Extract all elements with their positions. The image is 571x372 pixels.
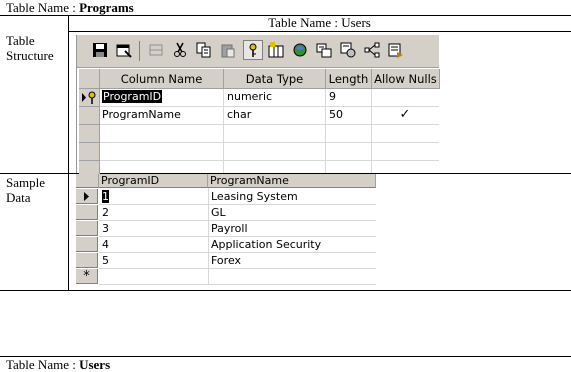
paste-icon[interactable]	[219, 41, 237, 59]
insert-column-icon[interactable]	[267, 41, 285, 59]
program-id-cell[interactable]: 4	[102, 237, 109, 253]
column-name-cell[interactable]: ProgramID	[102, 88, 163, 106]
data-type-cell[interactable]: char	[227, 106, 251, 124]
diagram-icon[interactable]	[363, 41, 381, 59]
data-type-header[interactable]: Data Type	[224, 69, 326, 89]
program-name-cell[interactable]: Payroll	[211, 221, 248, 237]
table-designer: Column Name Data Type Length Allow Nulls…	[76, 35, 440, 179]
allow-nulls-header[interactable]: Allow Nulls	[372, 69, 440, 89]
row-selector-current[interactable]	[76, 189, 98, 204]
users-header-bottom-border	[68, 31, 571, 32]
corner-header	[76, 174, 99, 188]
allow-nulls-checkmark[interactable]: ✓	[373, 106, 437, 124]
data-type-cell[interactable]: numeric	[227, 88, 272, 106]
grid-line	[208, 188, 209, 285]
page-heading: Table Name : Programs	[6, 0, 134, 15]
program-name-cell[interactable]: GL	[211, 205, 226, 221]
grid-line	[100, 142, 439, 143]
program-name-header[interactable]: ProgramName	[208, 174, 376, 188]
row-selector[interactable]	[76, 253, 98, 268]
program-id-cell[interactable]: 3	[102, 221, 109, 237]
selected-cell-text: 1	[102, 190, 109, 203]
row-selector[interactable]	[76, 237, 98, 252]
grid-line	[371, 89, 372, 173]
row-selector[interactable]	[79, 107, 100, 125]
column-name-header[interactable]: Column Name	[100, 69, 224, 89]
primary-key-icon[interactable]	[243, 40, 263, 60]
header-label: Data Type	[245, 71, 304, 86]
table-structure-label: Table Structure	[6, 33, 54, 63]
length-cell[interactable]: 9	[329, 88, 336, 106]
properties-icon[interactable]	[115, 41, 133, 59]
designer-toolbar	[77, 35, 439, 68]
program-id-header[interactable]: ProgramID	[99, 174, 208, 188]
program-id-cell[interactable]: 1	[102, 189, 109, 205]
program-name-cell[interactable]: Forex	[211, 253, 241, 269]
grid-line	[325, 89, 326, 173]
header-label: Column Name	[120, 71, 203, 86]
row-selector[interactable]	[79, 125, 100, 143]
next-table-heading: Table Name : Users	[6, 357, 110, 372]
toolbar-separator	[139, 41, 140, 61]
length-header[interactable]: Length	[326, 69, 372, 89]
program-id-cell[interactable]: 5	[102, 253, 109, 269]
users-header: Table Name : Users	[68, 15, 571, 30]
length-cell[interactable]: 50	[329, 106, 343, 124]
table-bottom-border	[0, 290, 571, 291]
heading-table-name: Programs	[79, 0, 134, 15]
grid-line	[100, 124, 439, 125]
grid-line	[223, 89, 224, 173]
users-header-text: Table Name : Users	[268, 15, 371, 30]
heading-prefix: Table Name :	[6, 0, 80, 15]
corner-header	[79, 69, 100, 89]
grid-line	[99, 284, 376, 285]
allow-nulls-cell[interactable]	[373, 88, 437, 106]
row-selector[interactable]	[79, 143, 100, 161]
generate-script-icon[interactable]	[387, 41, 405, 59]
program-name-cell[interactable]: Leasing System	[211, 189, 298, 205]
label-line: Sample	[6, 175, 45, 190]
constraints-icon[interactable]	[339, 41, 357, 59]
row-selector[interactable]	[76, 205, 98, 220]
label-line: Data	[6, 190, 31, 205]
cut-icon[interactable]	[171, 41, 189, 59]
sample-data-label: Sample Data	[6, 175, 45, 205]
header-label: Allow Nulls	[374, 71, 437, 86]
program-name-cell[interactable]: Application Security	[211, 237, 321, 253]
indexes-icon[interactable]	[315, 41, 333, 59]
program-id-cell[interactable]: 2	[102, 205, 109, 221]
relationships-icon[interactable]	[291, 41, 309, 59]
selected-cell-text: ProgramID	[102, 90, 163, 103]
row-selector[interactable]	[76, 221, 98, 236]
heading-table-name: Users	[79, 357, 111, 372]
header-label: Length	[328, 71, 369, 86]
label-line: Table	[6, 33, 35, 48]
column-name-cell[interactable]: ProgramName	[102, 106, 181, 124]
column-divider	[68, 15, 69, 291]
sample-data-grid: ProgramID ProgramName * 1 Leasing System…	[76, 174, 376, 285]
grid-line	[100, 160, 439, 161]
save-icon[interactable]	[91, 41, 109, 59]
copy-icon[interactable]	[195, 41, 213, 59]
row-selector-current[interactable]	[79, 89, 100, 107]
new-row-marker[interactable]: *	[76, 269, 98, 284]
label-line: Structure	[6, 48, 54, 63]
heading-prefix: Table Name :	[6, 357, 80, 372]
cut-disabled-icon[interactable]	[147, 41, 165, 59]
